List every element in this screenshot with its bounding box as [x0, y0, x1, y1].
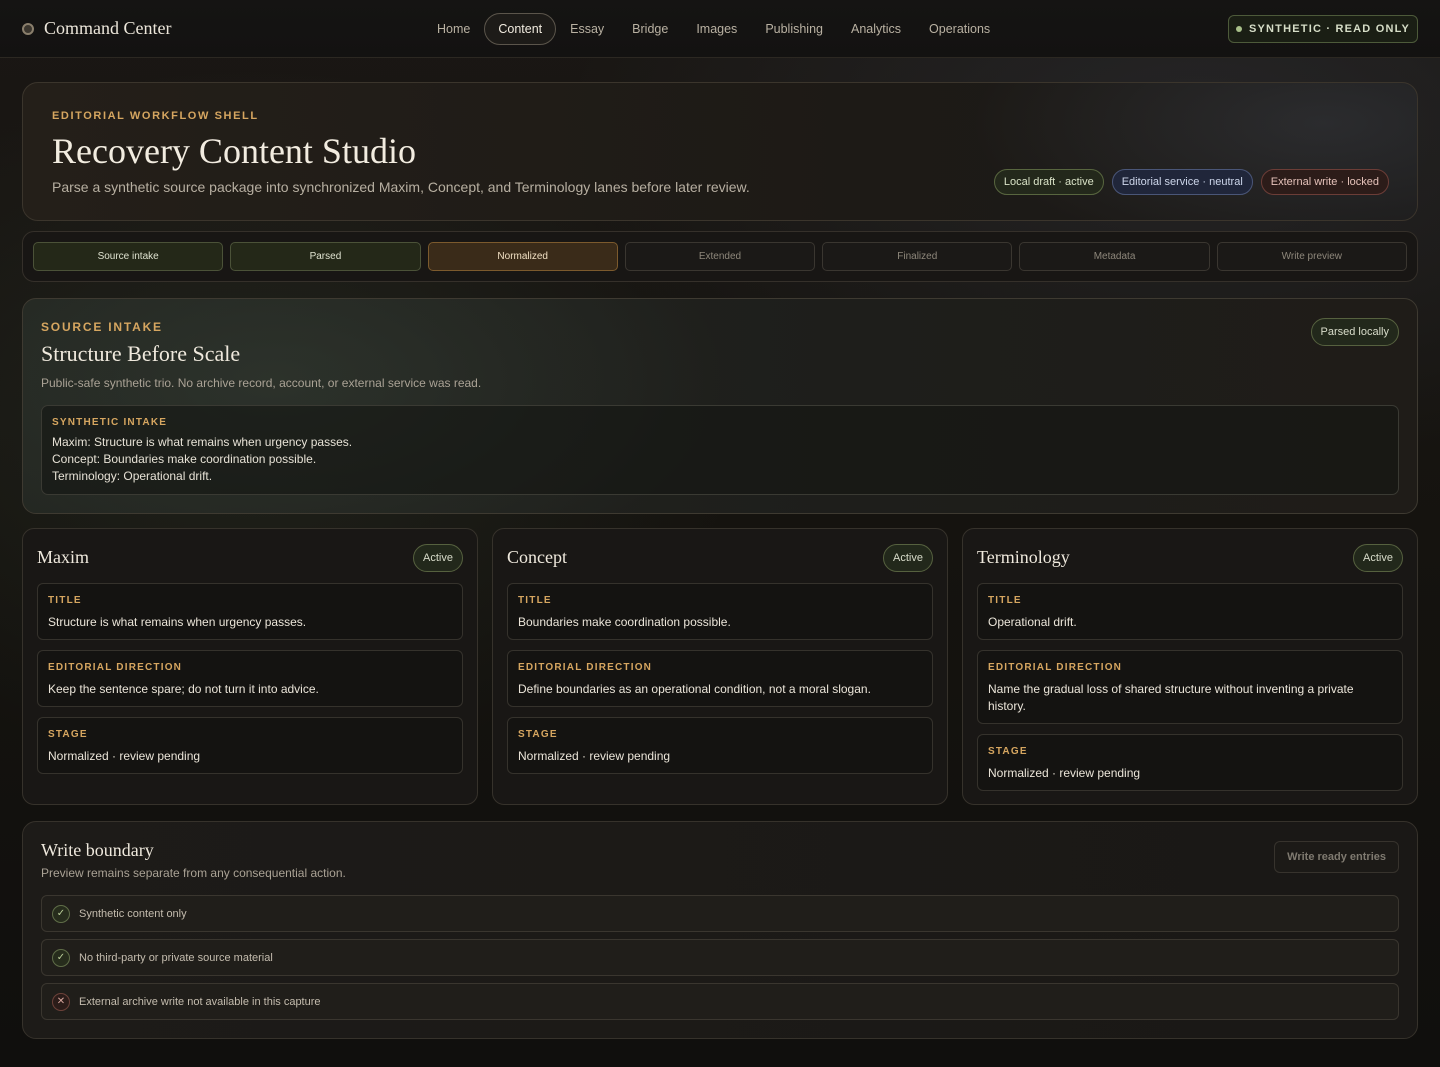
brand[interactable]: Command Center — [22, 18, 171, 39]
field-label: TITLE — [48, 595, 82, 606]
step-source-intake[interactable]: Source intake — [33, 242, 224, 271]
field-title: TITLE Operational drift. — [977, 583, 1403, 640]
field-editorial-direction: EDITORIAL DIRECTION Define boundaries as… — [507, 650, 933, 707]
check-label: No third-party or private source materia… — [79, 951, 273, 964]
step-metadata[interactable]: Metadata — [1019, 242, 1210, 271]
lane-maxim: Maxim Active TITLE Structure is what rem… — [22, 528, 478, 805]
hero-panel: EDITORIAL WORKFLOW SHELL Recovery Conten… — [22, 82, 1418, 221]
intake-box-label: SYNTHETIC INTAKE — [52, 417, 168, 428]
parsed-status-badge: Parsed locally — [1310, 318, 1399, 346]
field-value: Structure is what remains when urgency p… — [48, 615, 307, 629]
intake-line-maxim: Maxim: Structure is what remains when ur… — [52, 435, 353, 449]
local-draft-chip: Local draft · active — [993, 169, 1104, 195]
status-dot-icon — [1235, 26, 1242, 32]
field-editorial-direction: EDITORIAL DIRECTION Keep the sentence sp… — [37, 650, 463, 707]
app-title: Command Center — [44, 18, 172, 38]
nav-item-essay[interactable]: Essay — [556, 13, 618, 45]
external-write-chip: External write · locked — [1260, 169, 1389, 195]
synthetic-intake-box: SYNTHETIC INTAKE Maxim: Structure is wha… — [41, 405, 1399, 495]
editorial-service-chip: Editorial service · neutral — [1111, 169, 1253, 195]
nav-item-images[interactable]: Images — [682, 13, 751, 45]
intake-title: Structure Before Scale — [41, 341, 241, 366]
field-label: TITLE — [518, 595, 552, 606]
field-stage: STAGE Normalized · review pending — [977, 734, 1403, 791]
field-stage: STAGE Normalized · review pending — [37, 717, 463, 774]
field-value: Name the gradual loss of shared structur… — [988, 682, 1354, 713]
lane-concept: Concept Active TITLE Boundaries make coo… — [492, 528, 948, 805]
nav-item-home[interactable]: Home — [423, 13, 484, 45]
field-label: STAGE — [988, 746, 1028, 757]
main-nav: Home Content Essay Bridge Images Publish… — [423, 13, 1004, 45]
intake-subtitle: Public-safe synthetic trio. No archive r… — [41, 376, 482, 390]
nav-item-bridge[interactable]: Bridge — [618, 13, 682, 45]
field-editorial-direction: EDITORIAL DIRECTION Name the gradual los… — [977, 650, 1403, 724]
write-ready-entries-button[interactable]: Write ready entries — [1274, 841, 1399, 873]
check-synthetic-content: ✓ Synthetic content only — [41, 895, 1399, 932]
step-normalized[interactable]: Normalized — [427, 242, 618, 271]
page-title: Recovery Content Studio — [52, 131, 416, 171]
check-icon: ✓ — [52, 948, 70, 967]
step-extended[interactable]: Extended — [624, 242, 816, 271]
brand-logo-icon — [22, 22, 34, 35]
field-value: Define boundaries as an operational cond… — [518, 682, 871, 696]
nav-item-operations[interactable]: Operations — [915, 13, 1004, 45]
lane-status-badge: Active — [883, 544, 933, 572]
hero-status-chips: Local draft · active Editorial service ·… — [993, 169, 1389, 195]
intake-line-terminology: Terminology: Operational drift. — [52, 469, 213, 483]
field-label: EDITORIAL DIRECTION — [988, 662, 1123, 673]
field-value: Normalized · review pending — [518, 749, 671, 763]
step-write-preview[interactable]: Write preview — [1216, 242, 1407, 271]
intake-eyebrow: SOURCE INTAKE — [41, 320, 163, 334]
field-value: Boundaries make coordination possible. — [518, 615, 731, 629]
field-value: Normalized · review pending — [988, 766, 1141, 780]
field-title: TITLE Boundaries make coordination possi… — [507, 583, 933, 640]
lane-title: Maxim — [37, 547, 89, 567]
workflow-stepper: Source intake Parsed Normalized Extended… — [22, 231, 1418, 282]
field-stage: STAGE Normalized · review pending — [507, 717, 933, 774]
step-finalized[interactable]: Finalized — [822, 242, 1013, 271]
intake-line-concept: Concept: Boundaries make coordination po… — [52, 452, 317, 466]
boundary-title: Write boundary — [41, 840, 154, 860]
check-no-third-party: ✓ No third-party or private source mater… — [41, 939, 1399, 976]
lane-status-badge: Active — [1353, 544, 1403, 572]
write-boundary-panel: Write boundary Preview remains separate … — [22, 821, 1418, 1039]
page-subtitle: Parse a synthetic source package into sy… — [52, 179, 750, 195]
top-bar: Command Center Home Content Essay Bridge… — [0, 0, 1440, 58]
hero-eyebrow: EDITORIAL WORKFLOW SHELL — [52, 110, 259, 122]
lane-title: Terminology — [977, 547, 1070, 567]
lane-status-badge: Active — [413, 544, 463, 572]
read-only-badge-label: SYNTHETIC · READ ONLY — [1248, 23, 1411, 35]
field-label: STAGE — [48, 729, 88, 740]
check-icon: ✓ — [52, 904, 70, 923]
nav-item-analytics[interactable]: Analytics — [837, 13, 915, 45]
field-value: Operational drift. — [988, 615, 1077, 629]
nav-item-content[interactable]: Content — [484, 13, 557, 45]
check-label: External archive write not available in … — [79, 995, 321, 1008]
field-title: TITLE Structure is what remains when urg… — [37, 583, 463, 640]
field-value: Normalized · review pending — [48, 749, 201, 763]
check-label: Synthetic content only — [79, 907, 187, 920]
nav-item-publishing[interactable]: Publishing — [751, 13, 837, 45]
field-value: Keep the sentence spare; do not turn it … — [48, 682, 319, 696]
read-only-badge: SYNTHETIC · READ ONLY — [1228, 15, 1418, 43]
field-label: EDITORIAL DIRECTION — [518, 662, 653, 673]
field-label: STAGE — [518, 729, 558, 740]
x-icon: ✕ — [52, 992, 70, 1011]
boundary-subtitle: Preview remains separate from any conseq… — [41, 866, 346, 880]
lane-title: Concept — [507, 547, 567, 567]
step-parsed[interactable]: Parsed — [230, 242, 421, 271]
check-external-archive: ✕ External archive write not available i… — [41, 983, 1399, 1020]
source-intake-panel: SOURCE INTAKE Structure Before Scale Pub… — [22, 298, 1418, 514]
lane-terminology: Terminology Active TITLE Operational dri… — [962, 528, 1418, 805]
field-label: EDITORIAL DIRECTION — [48, 662, 183, 673]
field-label: TITLE — [988, 595, 1022, 606]
